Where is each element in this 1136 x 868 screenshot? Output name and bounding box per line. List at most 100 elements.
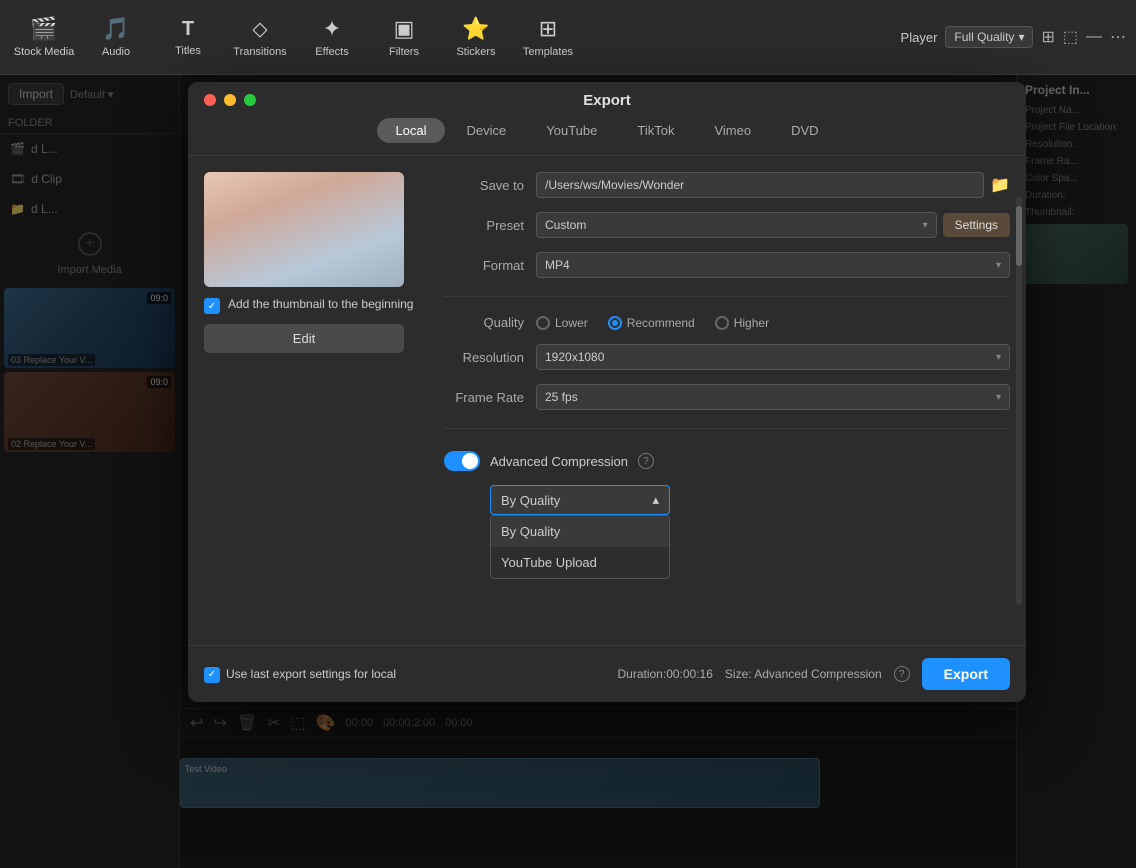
tab-dvd[interactable]: DVD	[773, 118, 836, 143]
frame-rate-select[interactable]: 25 fps ▾	[536, 384, 1010, 410]
toolbar-item-effects[interactable]: ✦ Effects	[298, 5, 366, 69]
more-icon[interactable]: ⋯	[1110, 27, 1126, 47]
modal-tabs: Local Device YouTube TikTok Vimeo DVD	[188, 114, 1026, 156]
edit-button[interactable]: Edit	[204, 324, 404, 353]
preset-select-value: Custom	[545, 218, 586, 232]
format-value: MP4 ▾	[536, 252, 1010, 278]
thumbnail-checkbox-row: ✓ Add the thumbnail to the beginning	[204, 297, 424, 314]
footer-size: Size: Advanced Compression	[725, 667, 882, 681]
folder-icon[interactable]: 📁	[990, 175, 1010, 195]
toolbar-item-titles[interactable]: T Titles	[154, 5, 222, 69]
settings-pane: Save to /Users/ws/Movies/Wonder 📁 Preset…	[444, 172, 1010, 629]
save-to-row: Save to /Users/ws/Movies/Wonder 📁	[444, 172, 1010, 198]
modal-titlebar: Export	[188, 82, 1026, 114]
help-icon[interactable]: ?	[638, 453, 654, 469]
toolbar-right: Player Full Quality ▾ ⊞ ⬚ — ⋯	[901, 26, 1126, 48]
divider2	[444, 428, 1010, 429]
quality-higher[interactable]: Higher	[715, 316, 769, 330]
audio-icon: 🎵	[102, 16, 129, 42]
preset-select[interactable]: Custom ▾	[536, 212, 937, 238]
chevron-down-icon: ▾	[996, 352, 1001, 363]
advanced-compression-toggle[interactable]	[444, 451, 480, 471]
frame-rate-label: Frame Rate	[444, 390, 524, 405]
resolution-value: 1920x1080 ▾	[536, 344, 1010, 370]
format-label: Format	[444, 258, 524, 273]
dropdown-option-youtube-upload[interactable]: YouTube Upload	[491, 547, 669, 578]
quality-button[interactable]: Full Quality ▾	[945, 26, 1033, 48]
chevron-down-icon: ▾	[1018, 30, 1024, 44]
minimize-icon[interactable]: —	[1086, 28, 1102, 46]
footer-help-icon[interactable]: ?	[894, 666, 910, 682]
chevron-down-icon: ▾	[996, 392, 1001, 403]
divider	[444, 296, 1010, 297]
toolbar-item-transitions[interactable]: ⬦ Transitions	[226, 5, 294, 69]
transitions-icon: ⬦	[252, 16, 267, 42]
radio-inner-recommend	[612, 320, 618, 326]
quality-recommend-label: Recommend	[627, 316, 695, 330]
radio-outer-higher	[715, 316, 729, 330]
radio-outer-recommend	[608, 316, 622, 330]
minimize-button[interactable]	[224, 94, 236, 106]
toolbar-label-templates: Templates	[523, 46, 573, 58]
toolbar-item-stock-media[interactable]: 🎬 Stock Media	[10, 5, 78, 69]
dropdown-selected-value: By Quality	[501, 493, 560, 508]
dropdown-option-by-quality[interactable]: By Quality	[491, 516, 669, 547]
preview-pane: ✓ Add the thumbnail to the beginning Edi…	[204, 172, 424, 629]
advanced-dropdown-menu: By Quality YouTube Upload	[490, 515, 670, 579]
quality-label: Quality	[444, 315, 524, 330]
export-button[interactable]: Export	[922, 658, 1010, 690]
modal-title: Export	[583, 92, 631, 109]
maximize-button[interactable]	[244, 94, 256, 106]
tab-youtube[interactable]: YouTube	[528, 118, 615, 143]
resolution-select-value: 1920x1080	[545, 350, 604, 364]
toolbar-item-templates[interactable]: ⊞ Templates	[514, 5, 582, 69]
resolution-row: Resolution 1920x1080 ▾	[444, 344, 1010, 370]
save-to-label: Save to	[444, 178, 524, 193]
expand-icon[interactable]: ⬚	[1063, 27, 1078, 47]
advanced-compression-dropdown[interactable]: By Quality ▴	[490, 485, 670, 515]
footer-checkbox-icon: ✓	[208, 669, 216, 680]
format-select-value: MP4	[545, 258, 570, 272]
tab-device[interactable]: Device	[449, 118, 525, 143]
save-to-value: /Users/ws/Movies/Wonder 📁	[536, 172, 1010, 198]
save-path-input[interactable]: /Users/ws/Movies/Wonder	[536, 172, 984, 198]
frame-rate-select-value: 25 fps	[545, 390, 578, 404]
toolbar-label-filters: Filters	[389, 46, 419, 58]
modal-footer: ✓ Use last export settings for local Dur…	[188, 645, 1026, 702]
export-modal: Export Local Device YouTube TikTok Vimeo…	[188, 82, 1026, 702]
tab-tiktok[interactable]: TikTok	[619, 118, 692, 143]
quality-recommend[interactable]: Recommend	[608, 316, 695, 330]
toolbar-label-stock-media: Stock Media	[14, 46, 75, 58]
quality-label: Full Quality	[954, 30, 1014, 44]
resolution-select[interactable]: 1920x1080 ▾	[536, 344, 1010, 370]
toolbar-item-audio[interactable]: 🎵 Audio	[82, 5, 150, 69]
grid-icon[interactable]: ⊞	[1041, 27, 1054, 47]
toolbar-label-effects: Effects	[315, 46, 348, 58]
chevron-down-icon: ▾	[996, 260, 1001, 271]
footer-duration: Duration:00:00:16	[618, 667, 713, 681]
stock-media-icon: 🎬	[30, 16, 57, 42]
footer-checkbox[interactable]: ✓	[204, 667, 220, 683]
toolbar-label-titles: Titles	[175, 45, 201, 57]
tab-vimeo[interactable]: Vimeo	[696, 118, 769, 143]
titles-icon: T	[182, 18, 194, 41]
thumbnail-checkbox-label: Add the thumbnail to the beginning	[228, 297, 413, 311]
checkbox-check-icon: ✓	[208, 301, 216, 312]
modal-body: ✓ Add the thumbnail to the beginning Edi…	[188, 156, 1026, 645]
tab-local[interactable]: Local	[377, 118, 444, 143]
settings-button[interactable]: Settings	[943, 213, 1010, 237]
toolbar-item-stickers[interactable]: ⭐ Stickers	[442, 5, 510, 69]
thumbnail-checkbox[interactable]: ✓	[204, 298, 220, 314]
format-select[interactable]: MP4 ▾	[536, 252, 1010, 278]
quality-row: Quality Lower Recommend Higher	[444, 315, 1010, 330]
close-button[interactable]	[204, 94, 216, 106]
quality-lower[interactable]: Lower	[536, 316, 588, 330]
advanced-dropdown-wrap: By Quality ▴ By Quality YouTube Upload	[490, 485, 1010, 515]
player-label: Player	[901, 30, 938, 45]
toolbar-item-filters[interactable]: ▣ Filters	[370, 5, 438, 69]
advanced-compression-row: Advanced Compression ?	[444, 447, 1010, 471]
quality-higher-label: Higher	[734, 316, 769, 330]
preset-row: Preset Custom ▾ Settings	[444, 212, 1010, 238]
preview-image	[204, 172, 404, 287]
scrollbar-thumb[interactable]	[1016, 206, 1022, 266]
